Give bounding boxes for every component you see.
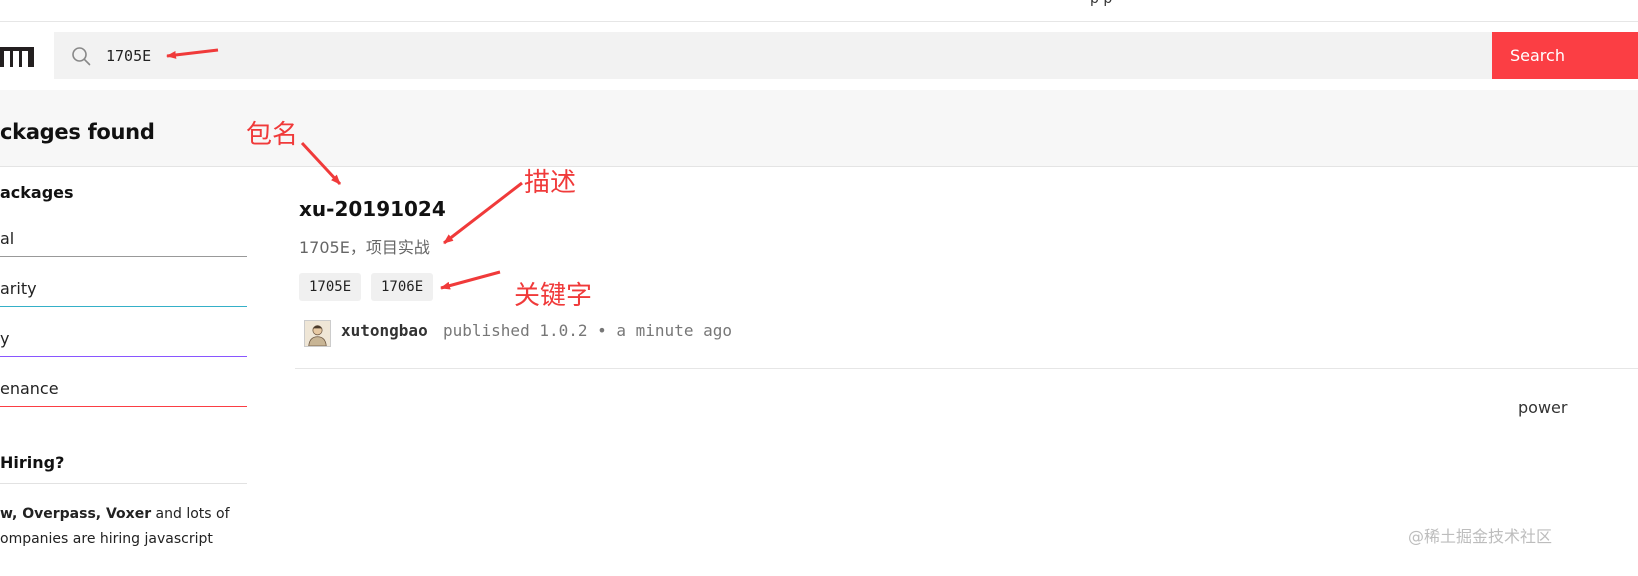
search-icon (72, 47, 91, 66)
sidebar: ackages al arity y enance Hiring? w, Ove… (0, 167, 247, 576)
hiring-text-line2: ompanies are hiring javascript (0, 531, 213, 547)
npm-logo[interactable] (0, 47, 34, 67)
search-box (54, 32, 1492, 79)
search-button[interactable]: Search (1492, 32, 1638, 79)
watermark: @稀土掘金技术社区 (1408, 527, 1553, 546)
results-count-title: ckages found (0, 120, 155, 144)
sort-option-underline (0, 306, 247, 307)
publisher-avatar[interactable] (304, 320, 331, 347)
hiring-heading: Hiring? (0, 453, 65, 472)
package-result: xu-20191024 1705E，项目实战 1705E 1706E xuton… (295, 167, 1638, 369)
publisher-link[interactable]: xutongbao (341, 321, 428, 340)
sort-option-label: arity (0, 279, 37, 298)
sort-option-maintenance[interactable]: enance (0, 379, 247, 407)
hiring-companies[interactable]: w, Overpass, Voxer (0, 506, 151, 522)
published-meta: published 1.0.2 • a minute ago (443, 321, 732, 340)
keyword-tag[interactable]: 1706E (371, 273, 434, 301)
hiring-text-rest: and lots of (151, 506, 230, 522)
keyword-tag[interactable]: 1705E (299, 273, 362, 301)
annotation-keywords: 关键字 (514, 281, 593, 311)
annotation-description: 描述 (524, 168, 577, 198)
sort-option-popularity[interactable]: arity (0, 279, 247, 307)
sort-packages-heading: ackages (0, 183, 74, 202)
sort-option-label: enance (0, 379, 59, 398)
hiring-text: w, Overpass, Voxer and lots of ompanies … (0, 502, 247, 552)
sort-option-underline (0, 406, 247, 407)
package-description: 1705E，项目实战 (299, 238, 430, 257)
package-name-link[interactable]: xu-20191024 (299, 197, 446, 221)
sort-option-label: y (0, 329, 10, 348)
top-strip: p p (0, 0, 1638, 22)
top-fragment-text: p p (1090, 0, 1112, 7)
powered-by-text: power (1518, 398, 1568, 417)
search-input[interactable] (106, 32, 706, 79)
annotation-package-name: 包名 (246, 120, 299, 150)
sort-option-underline (0, 356, 247, 357)
sort-option-quality[interactable]: y (0, 329, 247, 357)
sort-option-underline (0, 256, 247, 257)
sort-option-label: al (0, 229, 15, 248)
header: Search (0, 22, 1638, 90)
hiring-divider (0, 483, 247, 484)
sort-option-optimal[interactable]: al (0, 229, 247, 257)
